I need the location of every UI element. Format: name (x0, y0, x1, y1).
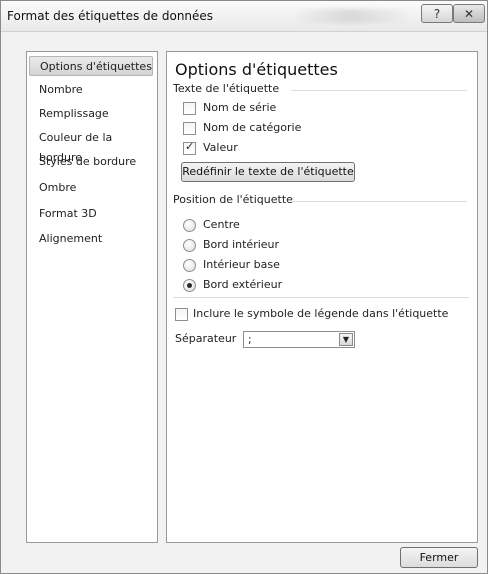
section-divider (293, 201, 467, 202)
sidebar-item-fill[interactable]: Remplissage (29, 104, 153, 124)
position-section-heading: Position de l'étiquette (173, 193, 293, 206)
outside-end-radio[interactable] (183, 279, 196, 292)
check-icon: ✓ (185, 140, 195, 153)
center-label: Centre (203, 218, 240, 231)
format-dialog: Format des étiquettes de données ? ✕ Opt… (0, 0, 488, 574)
options-panel: Options d'étiquettes Texte de l'étiquett… (166, 51, 478, 543)
section-divider (291, 90, 467, 91)
chevron-down-icon[interactable]: ▼ (339, 333, 353, 346)
title-bar-blur (291, 9, 411, 23)
sidebar-item-shadow[interactable]: Ombre (29, 178, 153, 198)
include-legend-key-checkbox[interactable] (175, 308, 188, 321)
panel-title: Options d'étiquettes (175, 60, 338, 79)
separator-value: ; (248, 333, 252, 346)
help-icon: ? (433, 6, 441, 21)
center-radio[interactable] (183, 219, 196, 232)
title-bar: Format des étiquettes de données ? ✕ (1, 1, 487, 32)
sidebar-item-border-color[interactable]: Couleur de la bordure (29, 128, 153, 164)
include-legend-key-label: Inclure le symbole de légende dans l'éti… (193, 307, 449, 320)
separator-label: Séparateur (175, 332, 237, 345)
reset-label-text-button[interactable]: Redéfinir le texte de l'étiquette (181, 162, 355, 182)
close-window-button[interactable]: ✕ (453, 4, 485, 23)
category-sidebar: Options d'étiquettes Nombre Remplissage … (26, 51, 158, 543)
close-button[interactable]: Fermer (400, 547, 478, 568)
inside-base-radio[interactable] (183, 259, 196, 272)
separator-dropdown[interactable]: ; ▼ (243, 331, 355, 348)
value-label: Valeur (203, 141, 238, 154)
label-text-section-heading: Texte de l'étiquette (173, 82, 280, 95)
help-button[interactable]: ? (421, 4, 453, 23)
section-divider (173, 297, 469, 298)
outside-end-label: Bord extérieur (203, 278, 283, 291)
sidebar-item-label-options[interactable]: Options d'étiquettes (29, 56, 153, 76)
close-icon: ✕ (463, 6, 475, 21)
inside-end-radio[interactable] (183, 239, 196, 252)
sidebar-item-border-styles[interactable]: Styles de bordure (29, 152, 153, 172)
radio-selected-dot (187, 283, 192, 288)
category-name-checkbox[interactable] (183, 122, 196, 135)
inside-base-label: Intérieur base (203, 258, 280, 271)
sidebar-item-3d-format[interactable]: Format 3D (29, 204, 153, 224)
inside-end-label: Bord intérieur (203, 238, 280, 251)
sidebar-item-alignment[interactable]: Alignement (29, 229, 153, 249)
category-name-label: Nom de catégorie (203, 121, 302, 134)
series-name-checkbox[interactable] (183, 102, 196, 115)
dialog-title: Format des étiquettes de données (7, 9, 214, 23)
value-checkbox[interactable]: ✓ (183, 140, 196, 155)
series-name-label: Nom de série (203, 101, 277, 114)
sidebar-item-number[interactable]: Nombre (29, 80, 153, 100)
